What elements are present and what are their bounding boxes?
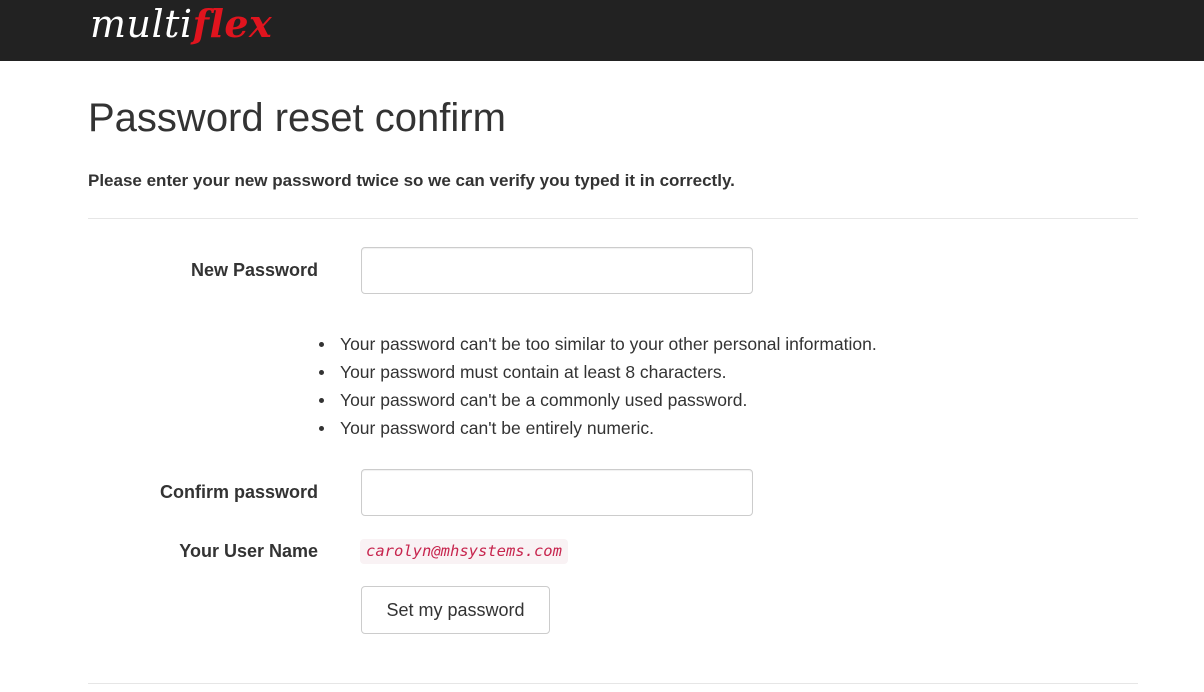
confirm-password-input[interactable] (361, 469, 753, 516)
set-password-button[interactable]: Set my password (361, 586, 550, 634)
top-navbar: multiflex (0, 0, 1204, 61)
intro-text: Please enter your new password twice so … (88, 171, 735, 190)
password-help-list: Your password can't be too similar to yo… (314, 330, 877, 442)
brand-logo-part2: flex (192, 1, 273, 46)
divider-top (88, 218, 1138, 219)
brand-logo-part1: multi (90, 2, 193, 46)
confirm-password-label: Confirm password (159, 482, 318, 502)
password-help-item: Your password can't be a commonly used p… (314, 386, 877, 414)
username-value: carolyn@mhsystems.com (360, 539, 568, 564)
new-password-label: New Password (190, 260, 318, 280)
username-label: Your User Name (179, 541, 318, 561)
brand-logo[interactable]: multiflex (90, 0, 272, 52)
password-help-item: Your password must contain at least 8 ch… (314, 358, 877, 386)
new-password-input[interactable] (361, 247, 753, 294)
divider-bottom (88, 683, 1138, 684)
page-title: Password reset confirm (88, 96, 506, 140)
password-help-item: Your password can't be too similar to yo… (314, 330, 877, 358)
password-help-item: Your password can't be entirely numeric. (314, 414, 877, 442)
